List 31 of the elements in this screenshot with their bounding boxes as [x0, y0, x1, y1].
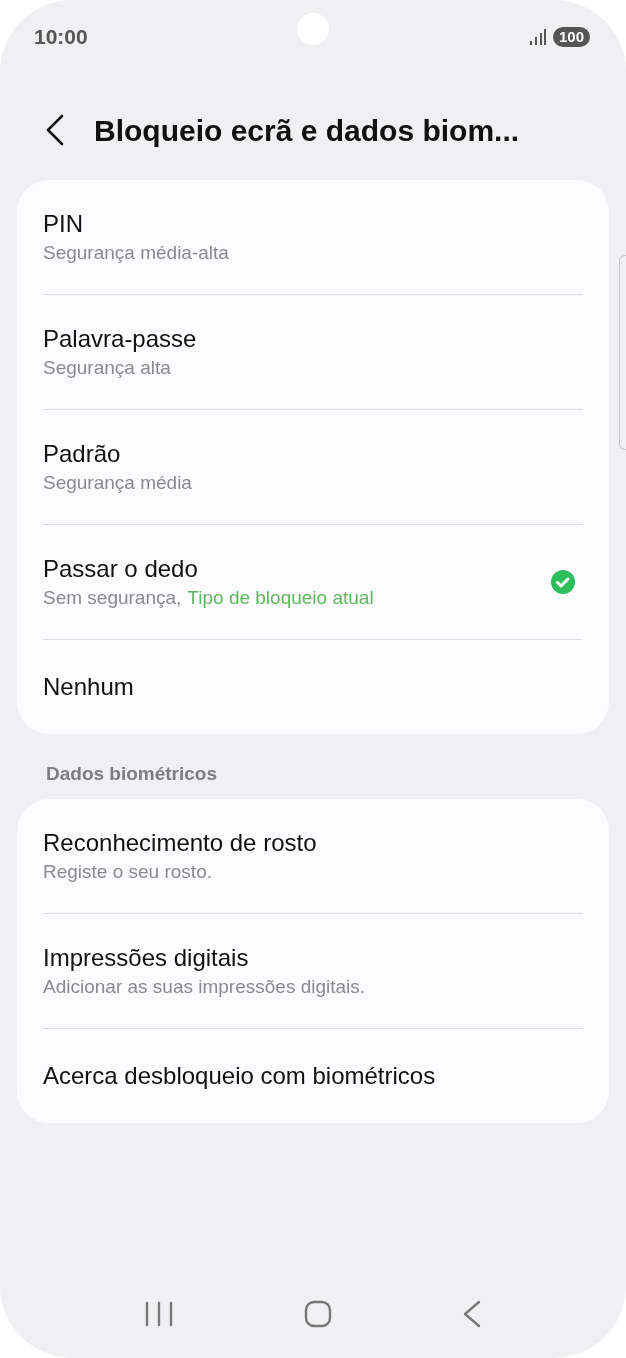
item-title: Reconhecimento de rosto — [43, 827, 318, 858]
item-subtitle: Segurança média-alta — [43, 241, 229, 265]
item-title: Impressões digitais — [43, 942, 250, 973]
battery-level: 100 — [552, 27, 590, 47]
settings-item[interactable]: Passar o dedo Sem segurança, Tipo de bloqueio atual — [43, 525, 583, 639]
settings-item[interactable]: Padrão Segurança média — [43, 410, 583, 524]
item-subtitle: Segurança média — [43, 471, 192, 495]
section-heading: Dados biométricos — [46, 762, 219, 786]
settings-item[interactable]: Reconhecimento de rosto Registe o seu rosto. — [43, 798, 583, 913]
settings-item[interactable]: Palavra-passe Segurança alta — [43, 295, 583, 409]
item-title: Acerca desbloqueio com biométricos — [43, 1060, 437, 1091]
item-subtitle: Adicionar as suas impressões digitais. — [43, 974, 366, 999]
settings-item[interactable]: Impressões digitais Adicionar as suas impressões digitais. — [43, 913, 583, 1028]
settings-item[interactable]: Nenhum — [43, 640, 583, 734]
recent-apps-icon[interactable] — [145, 1301, 174, 1327]
home-icon[interactable] — [304, 1300, 332, 1328]
item-title: Nenhum — [43, 672, 135, 702]
item-title: Padrão — [43, 439, 122, 469]
page-title: Bloqueio ecrã e dados biom... — [94, 112, 520, 149]
item-subtitle: Registe o seu rosto. — [43, 859, 212, 884]
item-subtitle: Sem segurança, — [43, 586, 182, 610]
settings-item[interactable]: Acerca desbloqueio com biométricos — [43, 1028, 583, 1123]
item-status: Tipo de bloqueio atual — [187, 586, 374, 610]
item-title: Passar o dedo — [43, 554, 199, 584]
item-title: PIN — [43, 209, 84, 239]
back-icon[interactable] — [44, 114, 66, 146]
item-subtitle: Segurança alta — [43, 356, 171, 380]
settings-item[interactable]: PIN Segurança média-alta — [43, 180, 583, 294]
status-time: 10:00 — [34, 24, 88, 51]
item-title: Palavra-passe — [43, 324, 198, 354]
signal-icon — [528, 29, 547, 45]
